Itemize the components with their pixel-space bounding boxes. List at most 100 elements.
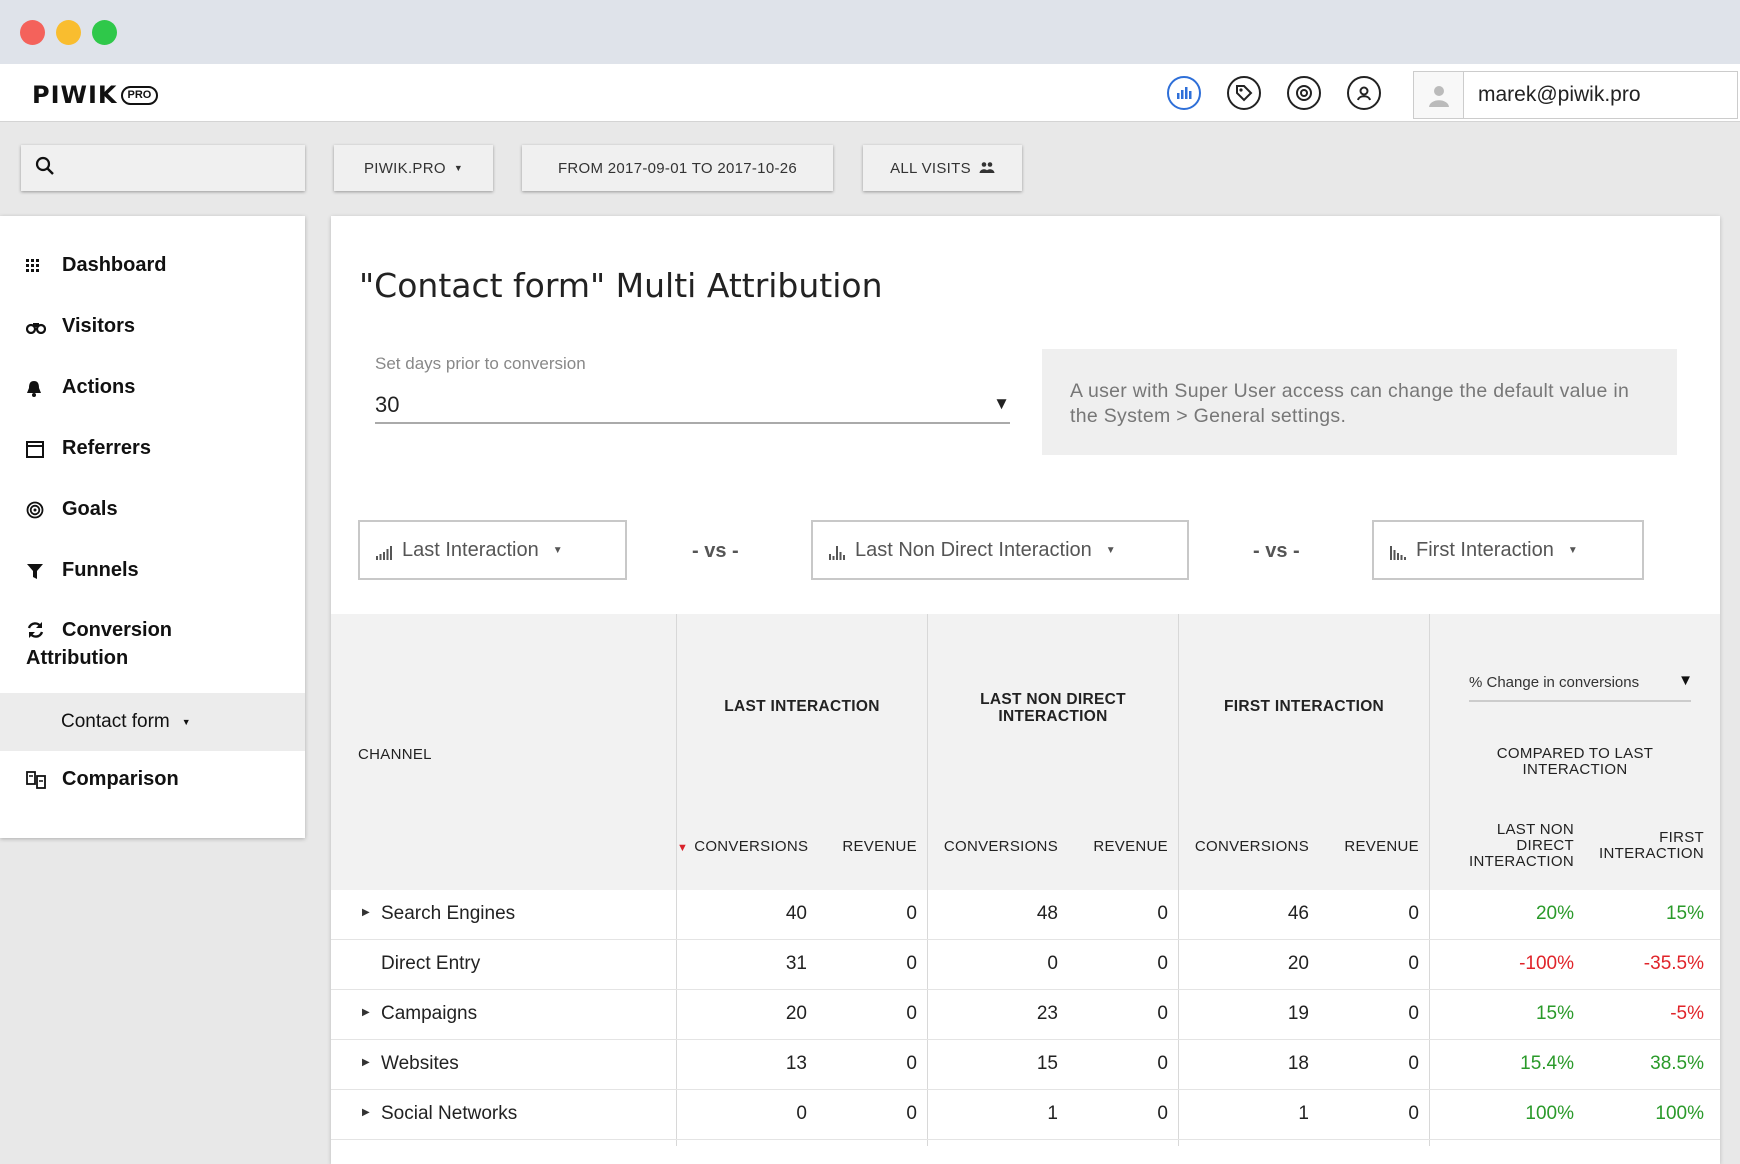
lnd-revenue: 0	[1157, 1003, 1168, 1024]
caret-down-icon: ▼	[552, 544, 563, 556]
bar-chart-icon	[376, 543, 394, 560]
model-select-1[interactable]: Last Interaction ▼	[358, 520, 627, 580]
users-group-icon	[979, 160, 995, 177]
compared-to-line: COMPARED TO LAST	[1496, 745, 1654, 762]
table-row[interactable]: ▶ Websites 13 0 15 0 18 0 15.4% 38.5%	[331, 1040, 1720, 1090]
search-icon	[35, 156, 55, 180]
table-row[interactable]: ▶ Campaigns 20 0 23 0 19 0 15% -5%	[331, 990, 1720, 1040]
user-profile-icon[interactable]	[1347, 76, 1381, 110]
table-row[interactable]: ▶ Search Engines 40 0 48 0 46 0 20% 15%	[331, 890, 1720, 940]
pct-change-fi: 15%	[1665, 903, 1704, 924]
close-window-button[interactable]	[20, 20, 45, 45]
sidebar-item-label-line2: Attribution	[26, 647, 129, 669]
expand-arrow-icon[interactable]: ▶	[362, 1007, 370, 1018]
funnel-icon	[26, 559, 62, 583]
model-select-3[interactable]: First Interaction ▼	[1372, 520, 1644, 580]
table-row[interactable]: Direct Entry 31 0 0 0 20 0 -100% -35.5%	[331, 940, 1720, 990]
refresh-icon	[26, 618, 62, 642]
li-revenue: 0	[906, 1053, 917, 1074]
fi-conversions: 20	[1287, 953, 1309, 974]
compared-to-line: INTERACTION	[1522, 761, 1628, 778]
minimize-window-button[interactable]	[56, 20, 81, 45]
date-range-button[interactable]: FROM 2017-09-01 TO 2017-10-26	[522, 145, 833, 191]
expand-arrow-icon[interactable]: ▶	[362, 907, 370, 918]
sidebar-item-visitors[interactable]: Visitors	[26, 315, 135, 339]
li-conversions: 20	[785, 1003, 807, 1024]
lnd-conversions: 48	[1036, 903, 1058, 924]
group-header-first-interaction: FIRST INTERACTION	[1223, 698, 1385, 715]
sidebar-item-conversion-attribution[interactable]: Conversion Attribution	[26, 616, 172, 672]
li-conversions: 13	[785, 1053, 807, 1074]
li-conversions: 0	[796, 1103, 807, 1124]
sidebar-item-label-line1: Conversion	[62, 619, 173, 641]
sidebar-item-label: Visitors	[62, 315, 135, 337]
pct-change-lnd: -100%	[1519, 953, 1574, 974]
fi-conversions: 19	[1287, 1003, 1309, 1024]
model-select-2[interactable]: Last Non Direct Interaction ▼	[811, 520, 1189, 580]
group-header-line: INTERACTION	[998, 708, 1108, 725]
li-revenue: 0	[906, 1003, 917, 1024]
revenue-header[interactable]: REVENUE	[1058, 838, 1168, 855]
revenue-header[interactable]: REVENUE	[1309, 838, 1419, 855]
pct-first-interaction-header[interactable]: FIRST INTERACTION	[1574, 830, 1704, 862]
group-header-line: LAST NON DIRECT	[980, 691, 1126, 708]
percent-change-select[interactable]: % Change in conversions ▼	[1469, 672, 1693, 702]
fi-revenue: 0	[1408, 953, 1419, 974]
expand-arrow-icon[interactable]: ▶	[362, 1057, 370, 1068]
sidebar-item-referrers[interactable]: Referrers	[26, 437, 151, 461]
caret-down-icon: ▼	[993, 394, 1010, 413]
sidebar-item-contact-form[interactable]: Contact form ▼	[0, 693, 305, 751]
piwik-pro-logo[interactable]: PIWIK PRO	[32, 81, 159, 109]
logo-badge: PRO	[120, 85, 159, 105]
conversions-header-sorted[interactable]: ▼ CONVERSIONS	[677, 838, 808, 855]
fi-conversions: 18	[1287, 1053, 1309, 1074]
fi-revenue: 0	[1408, 903, 1419, 924]
days-prior-select[interactable]: 30 ▼	[375, 384, 1010, 424]
caret-down-icon: ▼	[453, 163, 464, 173]
channel-header[interactable]: CHANNEL	[358, 746, 432, 763]
li-revenue: 0	[906, 1103, 917, 1124]
revenue-header[interactable]: REVENUE	[807, 838, 917, 855]
table-row[interactable]: ▶ Social Networks 0 0 1 0 1 0 100% 100%	[331, 1090, 1720, 1140]
fi-revenue: 0	[1408, 1103, 1419, 1124]
sidebar-item-funnels[interactable]: Funnels	[26, 559, 139, 583]
sidebar-item-goals[interactable]: Goals	[26, 498, 118, 522]
expand-arrow-icon[interactable]: ▶	[362, 1107, 370, 1118]
percent-change-label: % Change in conversions	[1469, 674, 1640, 691]
fi-revenue: 0	[1408, 1003, 1419, 1024]
sidebar-item-dashboard[interactable]: Dashboard	[26, 254, 166, 278]
lnd-revenue: 0	[1157, 903, 1168, 924]
li-conversions: 40	[785, 903, 807, 924]
window-chrome	[0, 0, 1740, 64]
segment-label: ALL VISITS	[890, 159, 971, 177]
pct-last-non-direct-header[interactable]: LAST NON DIRECT INTERACTION	[1430, 822, 1574, 870]
li-conversions: 31	[785, 953, 807, 974]
channel-name: Websites	[381, 1053, 459, 1074]
days-prior-value: 30	[375, 392, 400, 417]
maximize-window-button[interactable]	[92, 20, 117, 45]
grid-icon	[26, 254, 62, 278]
channel-name: Search Engines	[381, 903, 516, 924]
user-account-box[interactable]: marek@piwik.pro	[1413, 71, 1738, 119]
sidebar-item-comparison[interactable]: Comparison	[26, 768, 179, 792]
conversions-header[interactable]: CONVERSIONS	[928, 838, 1058, 855]
segment-selector-button[interactable]: ALL VISITS	[863, 145, 1022, 191]
target-icon[interactable]	[1287, 76, 1321, 110]
tag-icon[interactable]	[1227, 76, 1261, 110]
lnd-conversions: 15	[1036, 1053, 1058, 1074]
search-input[interactable]	[21, 145, 305, 191]
page-title: "Contact form" Multi Attribution	[359, 266, 883, 305]
analytics-icon[interactable]	[1167, 76, 1201, 110]
site-selector-label: PIWIK.PRO	[363, 159, 446, 177]
pct-change-lnd: 20%	[1535, 903, 1574, 924]
sidebar-item-label: Dashboard	[62, 254, 167, 276]
conversions-header[interactable]: CONVERSIONS	[1179, 838, 1309, 855]
target-icon	[26, 498, 62, 522]
pct-header-line: INTERACTION	[1599, 845, 1704, 862]
caret-down-icon: ▼	[1678, 672, 1693, 689]
date-range-label: FROM 2017-09-01 TO 2017-10-26	[557, 159, 798, 177]
site-selector-button[interactable]: PIWIK.PRO ▼	[334, 145, 493, 191]
model-select-label: Last Interaction	[402, 538, 539, 561]
sidebar-item-actions[interactable]: Actions	[26, 376, 135, 400]
channel-name: Campaigns	[381, 1003, 478, 1024]
